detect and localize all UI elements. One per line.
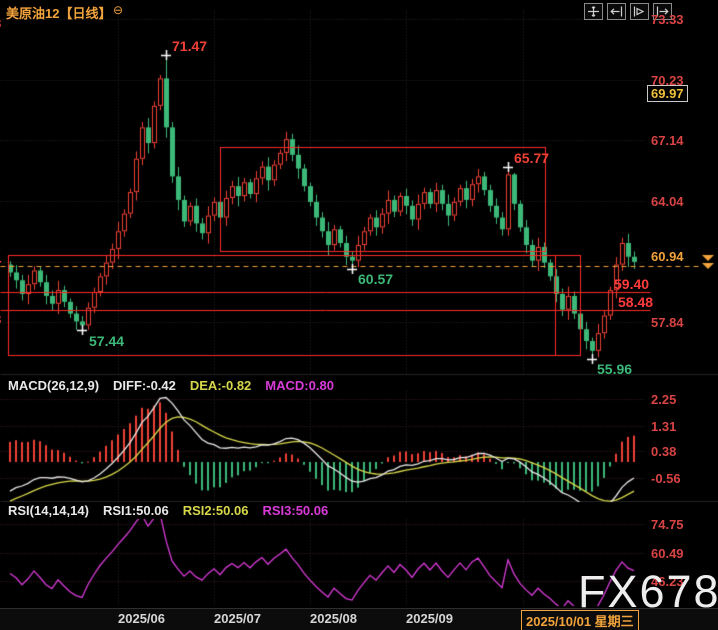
- price-axis-label: 64.04: [651, 194, 684, 209]
- axis-arrow-left-icon: [610, 6, 623, 17]
- price-axis-label: 60.94: [651, 249, 684, 264]
- macd-label-part: MACD:0.80: [265, 378, 334, 393]
- instrument-title: 美原油12【日线】: [6, 3, 111, 22]
- price-annotation: 60.57: [358, 271, 393, 287]
- collapse-panel-icon[interactable]: ⊖: [113, 3, 123, 17]
- rsi-label-part: RSI2:50.06: [183, 503, 249, 518]
- rsi-label-part: RSI(14,14,14): [8, 503, 89, 518]
- time-axis-label: 2025/07: [214, 611, 261, 626]
- rsi-label-part: RSI3:50.06: [262, 503, 328, 518]
- time-axis-label: 2025/09: [406, 611, 453, 626]
- trendline-price-label: 59.40: [614, 276, 649, 292]
- chart-window: 美原油12【日线】 ⊖ 73.3370.2369.9767.1464.0460.…: [0, 0, 718, 630]
- price-chart-canvas[interactable]: [0, 0, 718, 630]
- scale-left-button[interactable]: [607, 3, 626, 20]
- price-axis-label: 67.14: [651, 133, 684, 148]
- macd-axis-label: 2.25: [651, 392, 676, 407]
- macd-label-part: DEA:-0.82: [190, 378, 251, 393]
- pan-tool-button[interactable]: [584, 3, 603, 20]
- macd-axis-label: 1.31: [651, 419, 676, 434]
- pan-arrows-icon: [587, 6, 600, 17]
- macd-label-part: DIFF:-0.42: [113, 378, 176, 393]
- macd-axis-label: -0.56: [651, 471, 681, 486]
- price-annotation: 71.47: [172, 38, 207, 54]
- price-axis-label: 57.84: [651, 315, 684, 330]
- scale-latest-button[interactable]: [630, 3, 649, 20]
- clipped-axis-label: 4: [0, 252, 1, 267]
- rsi-axis-label: 60.49: [651, 546, 684, 561]
- price-annotation: 55.96: [597, 361, 632, 377]
- rsi-axis-label: 74.75: [651, 517, 684, 532]
- rsi-label-part: RSI1:50.06: [103, 503, 169, 518]
- trendline-price-label: 58.48: [618, 294, 653, 310]
- price-annotation: 65.77: [514, 150, 549, 166]
- time-axis-label: 2025/08: [310, 611, 357, 626]
- clipped-axis-label: 8: [0, 312, 1, 327]
- fx678-watermark: FX678: [578, 566, 718, 618]
- macd-indicator-label-row: MACD(26,12,9) DIFF:-0.42 DEA:-0.82 MACD:0.8…: [8, 378, 334, 393]
- price-axis-label: 73.33: [651, 12, 684, 27]
- macd-label-part: MACD(26,12,9): [8, 378, 99, 393]
- clipped-axis-label: 8: [0, 16, 1, 31]
- time-axis-label: 2025/06: [118, 611, 165, 626]
- macd-axis-label: 0.38: [651, 444, 676, 459]
- price-annotation: 57.44: [89, 333, 124, 349]
- price-axis-label: 69.97: [647, 85, 688, 102]
- rsi-indicator-label-row: RSI(14,14,14) RSI1:50.06 RSI2:50.06 RSI3:50…: [8, 503, 328, 518]
- axis-play-icon: [633, 6, 646, 17]
